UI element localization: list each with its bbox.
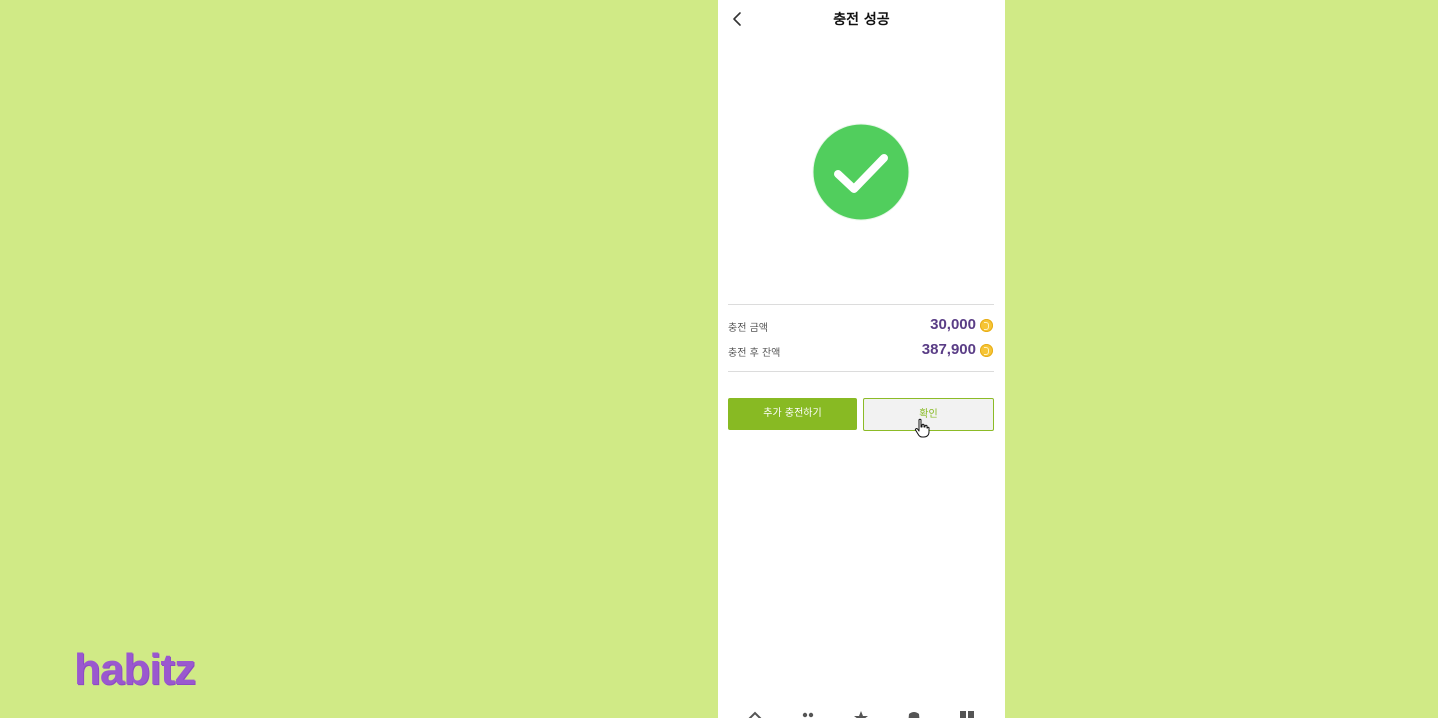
balance-after-label: 충전 후 잔액 [728,348,781,359]
people-icon[interactable] [800,711,816,718]
home-icon[interactable] [747,711,763,718]
charge-amount-value: 30,000 [930,316,976,333]
bottom-tab-bar [718,706,1005,718]
star-icon[interactable] [853,711,869,718]
page-title: 충전 성공 [833,12,890,28]
coin-icon [980,319,993,332]
charge-more-button[interactable]: 추가 충전하기 [728,398,857,430]
balance-after-value: 387,900 [921,341,976,358]
grid-icon[interactable] [959,711,975,718]
header: 충전 성공 [718,0,1005,38]
divider [728,371,994,372]
divider [728,304,994,305]
charge-amount-label: 충전 금액 [728,323,768,334]
hand-cursor-icon [914,418,930,438]
habitz-logo: habitz [74,645,196,694]
check-circle-icon [812,123,910,221]
shop-icon[interactable] [906,711,922,718]
charge-amount-row: 충전 금액 30,000 [728,316,994,336]
mobile-screen: 충전 성공 충전 금액 30,000 충전 후 잔액 387,900 추가 충전… [718,0,1005,718]
coin-icon [980,344,993,357]
balance-after-row: 충전 후 잔액 387,900 [728,341,994,361]
